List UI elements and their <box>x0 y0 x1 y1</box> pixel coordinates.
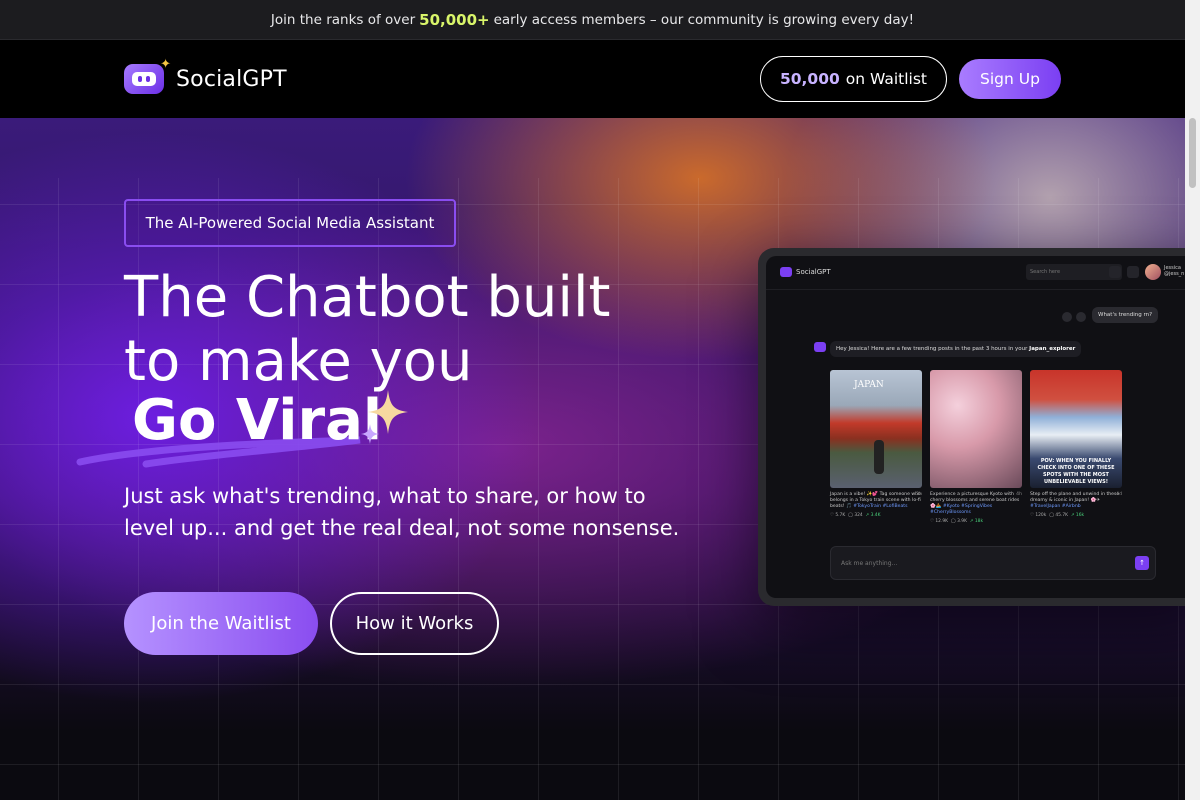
headline-line-2: to make you <box>124 329 473 394</box>
hero-section: The AI-Powered Social Media Assistant Th… <box>0 118 1185 800</box>
announcement-bar: Join the ranks of over 50,000+ early acc… <box>0 0 1185 40</box>
mockup-bot-message: Hey Jessica! Here are a few trending pos… <box>830 341 1082 357</box>
sign-up-button[interactable]: Sign Up <box>959 59 1061 99</box>
mockup-post-card: JAPAN 2h Japan is a vibe! ✨💕 Tag someone… <box>830 370 922 518</box>
post-caption: Experience a picturesque Kyoto with cher… <box>930 492 1022 516</box>
post-tags: #TokyoTrain #LofiBeats <box>853 504 908 509</box>
post-banner: JAPAN <box>854 380 884 390</box>
post-comments: 45.7K <box>1055 513 1069 518</box>
mockup-logo-icon <box>780 267 792 277</box>
waitlist-label: on Waitlist <box>845 70 928 88</box>
brand-name: SocialGPT <box>176 66 287 92</box>
mockup-brand: SocialGPT <box>796 268 831 276</box>
mockup-user-message: What's trending rn? <box>1092 307 1159 323</box>
post-shares: 18k <box>974 519 983 524</box>
waitlist-count-button[interactable]: 50,000 on Waitlist <box>760 56 947 102</box>
announcement-suffix: early access members – our community is … <box>493 11 915 28</box>
announcement-prefix: Join the ranks of over <box>270 11 416 28</box>
mockup-user-handle: @jess_n <box>1164 271 1185 277</box>
waitlist-count: 50,000 <box>779 70 840 88</box>
mockup-post-card: POV: WHEN YOU FINALLY CHECK INTO ONE OF … <box>1030 370 1122 518</box>
mockup-screen: SocialGPT Search here Jessica @jess_n Wh… <box>766 256 1185 598</box>
post-comments: 3.9K <box>957 519 967 524</box>
scrollbar-thumb[interactable] <box>1189 118 1196 188</box>
post-caption: Japan is a vibe! ✨💕 Tag someone who belo… <box>830 492 922 510</box>
mockup-settings-icon <box>1127 266 1139 278</box>
mockup-edit-icon <box>1076 312 1086 322</box>
mockup-bot-location: Japan_explorer <box>1029 346 1076 352</box>
post-banner: POV: WHEN YOU FINALLY CHECK INTO ONE OF … <box>1037 458 1115 485</box>
top-navbar: ✦ SocialGPT 50,000 on Waitlist Sign Up <box>0 40 1185 118</box>
mockup-bot-text: Hey Jessica! Here are a few trending pos… <box>836 346 1028 352</box>
mockup-send-icon: ↑ <box>1135 556 1149 570</box>
tagline-badge: The AI-Powered Social Media Assistant <box>124 199 456 247</box>
mockup-copy-icon <box>1062 312 1072 322</box>
headline-line-1: The Chatbot built <box>124 265 611 330</box>
hero-subtext: Just ask what's trending, what to share,… <box>124 484 680 540</box>
mockup-post-card: 4h Experience a picturesque Kyoto with c… <box>930 370 1022 524</box>
join-waitlist-button[interactable]: Join the Waitlist <box>124 592 318 655</box>
post-time: 4h <box>1016 492 1022 497</box>
post-time: 4d <box>1116 492 1122 497</box>
post-shares: 3.4K <box>870 513 881 518</box>
post-image <box>930 370 1022 488</box>
mockup-bot-icon <box>814 342 826 352</box>
mockup-chat-input: Ask me anything... <box>830 546 1156 580</box>
post-caption-text: Step off the plane and unwind in these d… <box>1030 492 1120 503</box>
post-stats: ♡ 5.7K ◯ 324 ↗ 3.4K <box>830 513 881 518</box>
hero-headline: The Chatbot built to make you <box>124 266 684 394</box>
post-image: JAPAN <box>830 370 922 488</box>
post-caption: Step off the plane and unwind in these d… <box>1030 492 1122 510</box>
page-scrollbar[interactable] <box>1185 0 1200 800</box>
post-tags: #TravelJapan #Airbnb <box>1030 504 1081 509</box>
mockup-search-icon <box>1109 266 1121 278</box>
announcement-count: 50,000+ <box>419 10 490 29</box>
post-stats: ♡ 12.9K ◯ 3.9K ↗ 18k <box>930 519 983 524</box>
post-shares: 16k <box>1075 513 1085 518</box>
mockup-header: SocialGPT Search here Jessica @jess_n <box>766 256 1185 290</box>
mockup-search: Search here <box>1026 264 1122 280</box>
robot-logo-icon: ✦ <box>124 57 171 94</box>
app-mockup: SocialGPT Search here Jessica @jess_n Wh… <box>758 248 1185 606</box>
post-image: POV: WHEN YOU FINALLY CHECK INTO ONE OF … <box>1030 370 1122 488</box>
post-stats: ♡ 120k ◯ 45.7K ↗ 16k <box>1030 513 1085 518</box>
post-likes: 12.9K <box>935 519 948 524</box>
brand-logo[interactable]: ✦ SocialGPT <box>124 57 287 94</box>
post-time: 2h <box>916 492 922 497</box>
mockup-avatar <box>1145 264 1161 280</box>
sparkle-icon <box>361 390 408 444</box>
post-likes: 120k <box>1035 513 1047 518</box>
headline-highlight: Go Viral <box>132 388 383 453</box>
post-comments: 324 <box>854 513 863 518</box>
post-likes: 5.7K <box>835 513 846 518</box>
mockup-user: Jessica @jess_n <box>1164 265 1184 277</box>
how-it-works-button[interactable]: How it Works <box>330 592 499 655</box>
